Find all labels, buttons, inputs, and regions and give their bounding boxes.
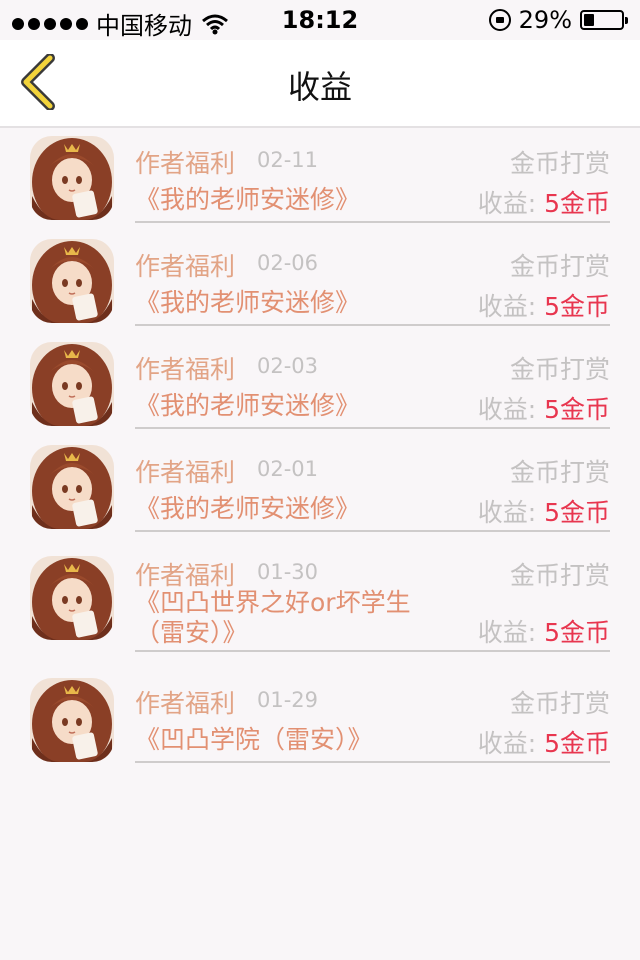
earnings-value: 5金币 bbox=[544, 292, 610, 321]
reward-type-label: 金币打赏 bbox=[509, 561, 610, 590]
avatar bbox=[30, 136, 114, 220]
item-header: 作者福利 02-03 金币打赏 bbox=[135, 344, 610, 384]
date-label: 02-03 bbox=[257, 354, 319, 378]
book-title[interactable]: 《我的老师安迷修》 bbox=[135, 288, 445, 318]
avatar bbox=[30, 556, 114, 640]
book-title[interactable]: 《我的老师安迷修》 bbox=[135, 494, 445, 524]
earnings-label: 收益: bbox=[477, 729, 537, 758]
earnings: 收益: 5金币 bbox=[478, 184, 610, 220]
list-item[interactable]: 作者福利 02-06 金币打赏 《我的老师安迷修》 收益: 5金币 bbox=[0, 231, 640, 334]
avatar bbox=[30, 342, 114, 426]
item-content: 作者福利 02-11 金币打赏 《我的老师安迷修》 收益: 5金币 bbox=[135, 138, 610, 223]
earnings: 收益: 5金币 bbox=[478, 613, 610, 649]
income-list: 作者福利 02-11 金币打赏 《我的老师安迷修》 收益: 5金币 作者福利 0… bbox=[0, 128, 640, 770]
list-item[interactable]: 作者福利 02-11 金币打赏 《我的老师安迷修》 收益: 5金币 bbox=[0, 128, 640, 231]
list-item[interactable]: 作者福利 02-03 金币打赏 《我的老师安迷修》 收益: 5金币 bbox=[0, 334, 640, 437]
reward-type-label: 金币打赏 bbox=[509, 149, 610, 178]
source-label: 作者福利 bbox=[135, 355, 236, 384]
item-header: 作者福利 02-11 金币打赏 bbox=[135, 138, 610, 178]
date-label: 02-11 bbox=[257, 148, 319, 172]
item-content: 作者福利 01-30 金币打赏 《凹凸世界之好or坏学生（雷安）》 收益: 5金… bbox=[135, 550, 610, 652]
battery-fill bbox=[584, 14, 594, 26]
list-item[interactable]: 作者福利 01-29 金币打赏 《凹凸学院（雷安）》 收益: 5金币 bbox=[0, 660, 640, 770]
status-bar: 中国移动 18:12 29% bbox=[0, 0, 640, 40]
earnings-value: 5金币 bbox=[544, 618, 610, 647]
avatar bbox=[30, 445, 114, 529]
earnings-label: 收益: bbox=[477, 189, 537, 218]
earnings-label: 收益: bbox=[477, 618, 537, 647]
source-label: 作者福利 bbox=[135, 252, 236, 281]
earnings-value: 5金币 bbox=[544, 189, 610, 218]
earnings-value: 5金币 bbox=[544, 498, 610, 527]
nav-bar: 收益 bbox=[0, 40, 640, 128]
book-title[interactable]: 《我的老师安迷修》 bbox=[135, 391, 445, 421]
item-content: 作者福利 02-01 金币打赏 《我的老师安迷修》 收益: 5金币 bbox=[135, 447, 610, 532]
item-header: 作者福利 01-30 金币打赏 bbox=[135, 550, 610, 590]
earnings-label: 收益: bbox=[477, 395, 537, 424]
battery-cap bbox=[625, 17, 628, 24]
item-header: 作者福利 01-29 金币打赏 bbox=[135, 678, 610, 718]
item-content: 作者福利 02-03 金币打赏 《我的老师安迷修》 收益: 5金币 bbox=[135, 344, 610, 429]
status-right: 29% bbox=[488, 6, 628, 34]
earnings-label: 收益: bbox=[477, 292, 537, 321]
date-label: 01-30 bbox=[257, 560, 319, 584]
list-item[interactable]: 作者福利 02-01 金币打赏 《我的老师安迷修》 收益: 5金币 bbox=[0, 437, 640, 540]
battery-percent: 29% bbox=[518, 6, 572, 34]
source-label: 作者福利 bbox=[135, 689, 236, 718]
item-content: 作者福利 02-06 金币打赏 《我的老师安迷修》 收益: 5金币 bbox=[135, 241, 610, 326]
earnings: 收益: 5金币 bbox=[478, 287, 610, 323]
date-label: 02-06 bbox=[257, 251, 319, 275]
item-header: 作者福利 02-01 金币打赏 bbox=[135, 447, 610, 487]
date-label: 02-01 bbox=[257, 457, 319, 481]
earnings-value: 5金币 bbox=[544, 729, 610, 758]
reward-type-label: 金币打赏 bbox=[509, 458, 610, 487]
item-content: 作者福利 01-29 金币打赏 《凹凸学院（雷安）》 收益: 5金币 bbox=[135, 678, 610, 763]
source-label: 作者福利 bbox=[135, 149, 236, 178]
earnings: 收益: 5金币 bbox=[478, 390, 610, 426]
book-title[interactable]: 《我的老师安迷修》 bbox=[135, 185, 445, 215]
reward-type-label: 金币打赏 bbox=[509, 689, 610, 718]
earnings: 收益: 5金币 bbox=[478, 493, 610, 529]
item-header: 作者福利 02-06 金币打赏 bbox=[135, 241, 610, 281]
avatar bbox=[30, 678, 114, 762]
page-title: 收益 bbox=[287, 68, 352, 106]
book-title[interactable]: 《凹凸世界之好or坏学生（雷安）》 bbox=[135, 588, 445, 648]
source-label: 作者福利 bbox=[135, 561, 236, 590]
reward-type-label: 金币打赏 bbox=[509, 355, 610, 384]
rotation-lock-icon bbox=[488, 9, 511, 31]
book-title[interactable]: 《凹凸学院（雷安）》 bbox=[135, 725, 445, 755]
date-label: 01-29 bbox=[257, 688, 319, 712]
earnings-label: 收益: bbox=[477, 498, 537, 527]
avatar bbox=[30, 239, 114, 323]
reward-type-label: 金币打赏 bbox=[509, 252, 610, 281]
earnings: 收益: 5金币 bbox=[478, 724, 610, 760]
battery-icon bbox=[580, 10, 628, 30]
list-item[interactable]: 作者福利 01-30 金币打赏 《凹凸世界之好or坏学生（雷安）》 收益: 5金… bbox=[0, 540, 640, 660]
earnings-value: 5金币 bbox=[544, 395, 610, 424]
source-label: 作者福利 bbox=[135, 458, 236, 487]
